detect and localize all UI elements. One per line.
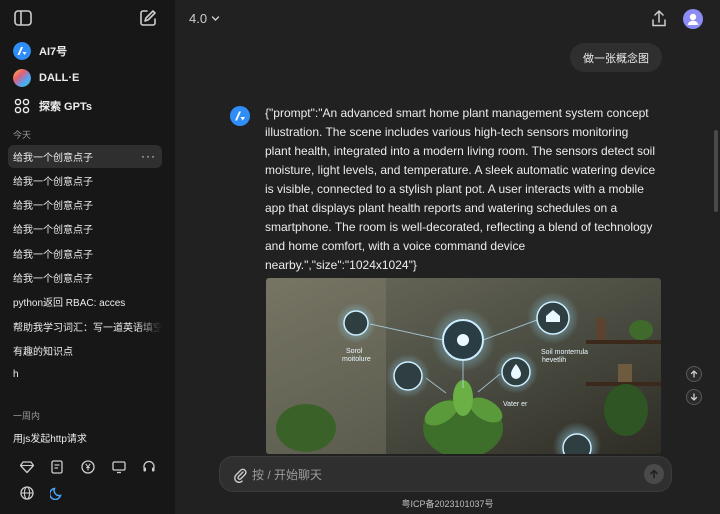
- bot-message-text: {"prompt":"An advanced smart home plant …: [265, 106, 656, 272]
- history-item-label: 有趣的知识点: [13, 347, 73, 358]
- scroll-down-button[interactable]: [686, 389, 702, 405]
- arrow-up-icon: [650, 469, 658, 479]
- new-chat-icon[interactable]: [139, 9, 157, 27]
- history-item-label: 给我一个创意点子: [13, 274, 93, 285]
- user-avatar[interactable]: [683, 9, 703, 29]
- fade-overlay: [136, 315, 162, 338]
- history-item-label: 给我一个创意点子: [13, 250, 93, 261]
- history-item-label: python返回 RBAC: acces: [13, 298, 126, 309]
- moon-icon[interactable]: [50, 486, 64, 500]
- history-item[interactable]: 给我一个创意点子: [8, 193, 162, 216]
- history-item[interactable]: python返回 RBAC: acces: [8, 290, 162, 313]
- history-item[interactable]: 有趣的知识点: [8, 339, 162, 362]
- sidebar-app-dalle[interactable]: DALL·E: [8, 66, 162, 90]
- globe-icon[interactable]: [20, 486, 34, 500]
- document-icon[interactable]: [50, 460, 64, 474]
- image-label-water: Vater er: [503, 401, 528, 408]
- paperclip-icon[interactable]: [233, 467, 247, 483]
- section-today: 今天: [13, 130, 32, 140]
- history-item-label: 给我一个创意点子: [13, 153, 93, 164]
- person-icon: [687, 13, 699, 25]
- chevron-down-icon: [211, 16, 220, 21]
- dalle-logo-icon: [13, 69, 31, 87]
- image-label-health: hevetlih: [542, 357, 566, 364]
- message-composer: [219, 456, 672, 492]
- icp-footer: 粤ICP备2023101037号: [401, 499, 494, 509]
- sidebar-tools-row2: [0, 484, 175, 502]
- headset-icon[interactable]: [142, 460, 156, 474]
- send-button[interactable]: [644, 464, 664, 484]
- user-message: 做一张概念图: [570, 43, 662, 72]
- sidebar-app-label: 探索 GPTs: [39, 101, 92, 113]
- model-selector[interactable]: 4.0: [189, 11, 220, 26]
- history-item-label: 给我一个创意点子: [13, 225, 93, 236]
- image-label-moisture: moitolure: [342, 356, 371, 363]
- sidebar-app-label: DALL·E: [39, 72, 80, 84]
- sidebar-explore-gpts[interactable]: 探索 GPTs: [8, 94, 162, 118]
- history-item-label: 用js发起http请求: [13, 434, 87, 445]
- scroll-up-button[interactable]: [686, 366, 702, 382]
- main-panel: 4.0 做一张概念图 {"prompt":"An advanced smart …: [175, 0, 720, 514]
- history-item[interactable]: 用js发起http请求: [8, 426, 162, 449]
- section-week: 一周内: [13, 411, 41, 421]
- sidebar-app-ai7[interactable]: AI7号: [8, 39, 162, 63]
- more-options-icon[interactable]: ···: [141, 149, 156, 163]
- history-item-label: h: [13, 369, 19, 380]
- history-item[interactable]: 给我一个创意点子: [8, 266, 162, 289]
- arrow-down-icon: [690, 393, 698, 401]
- scrollbar-thumb[interactable]: [714, 130, 718, 212]
- sidebar-header: [0, 0, 175, 36]
- history-item[interactable]: 帮助我学习词汇：写一道英语填空: [8, 315, 162, 338]
- sidebar: AI7号 DALL·E 探索 GPTs 今天 给我一个创意点子 ··· 给我一个…: [0, 0, 175, 514]
- history-item-label: 给我一个创意点子: [13, 201, 93, 212]
- share-icon[interactable]: [651, 10, 667, 28]
- history-item[interactable]: 给我一个创意点子 ···: [8, 145, 162, 168]
- yen-icon[interactable]: [81, 460, 95, 474]
- sidebar-app-label: AI7号: [39, 46, 68, 58]
- grid-icon: [14, 98, 30, 114]
- user-message-text: 做一张概念图: [583, 52, 649, 65]
- sidebar-tools: [0, 458, 175, 476]
- message-input[interactable]: [252, 465, 632, 485]
- sidebar-toggle-icon[interactable]: [14, 10, 32, 26]
- monitor-icon[interactable]: [112, 460, 126, 474]
- image-label-monitor: Soil monterrula: [541, 349, 588, 356]
- history-item-label: 给我一个创意点子: [13, 177, 93, 188]
- history-item[interactable]: 给我一个创意点子: [8, 242, 162, 265]
- model-label: 4.0: [189, 11, 208, 26]
- history-item[interactable]: 给我一个创意点子: [8, 217, 162, 240]
- history-item[interactable]: h: [8, 363, 162, 386]
- diamond-icon[interactable]: [20, 460, 34, 474]
- image-label-soil: Sorol: [346, 348, 363, 355]
- arrow-up-icon: [690, 370, 698, 378]
- bot-avatar: [230, 106, 250, 126]
- ai7-logo-icon: [13, 42, 31, 60]
- history-item[interactable]: 给我一个创意点子: [8, 169, 162, 192]
- ai7-logo-icon: [235, 111, 245, 121]
- illustration-image[interactable]: Sorol moitolure Soil monterrula hevetlih…: [266, 278, 661, 454]
